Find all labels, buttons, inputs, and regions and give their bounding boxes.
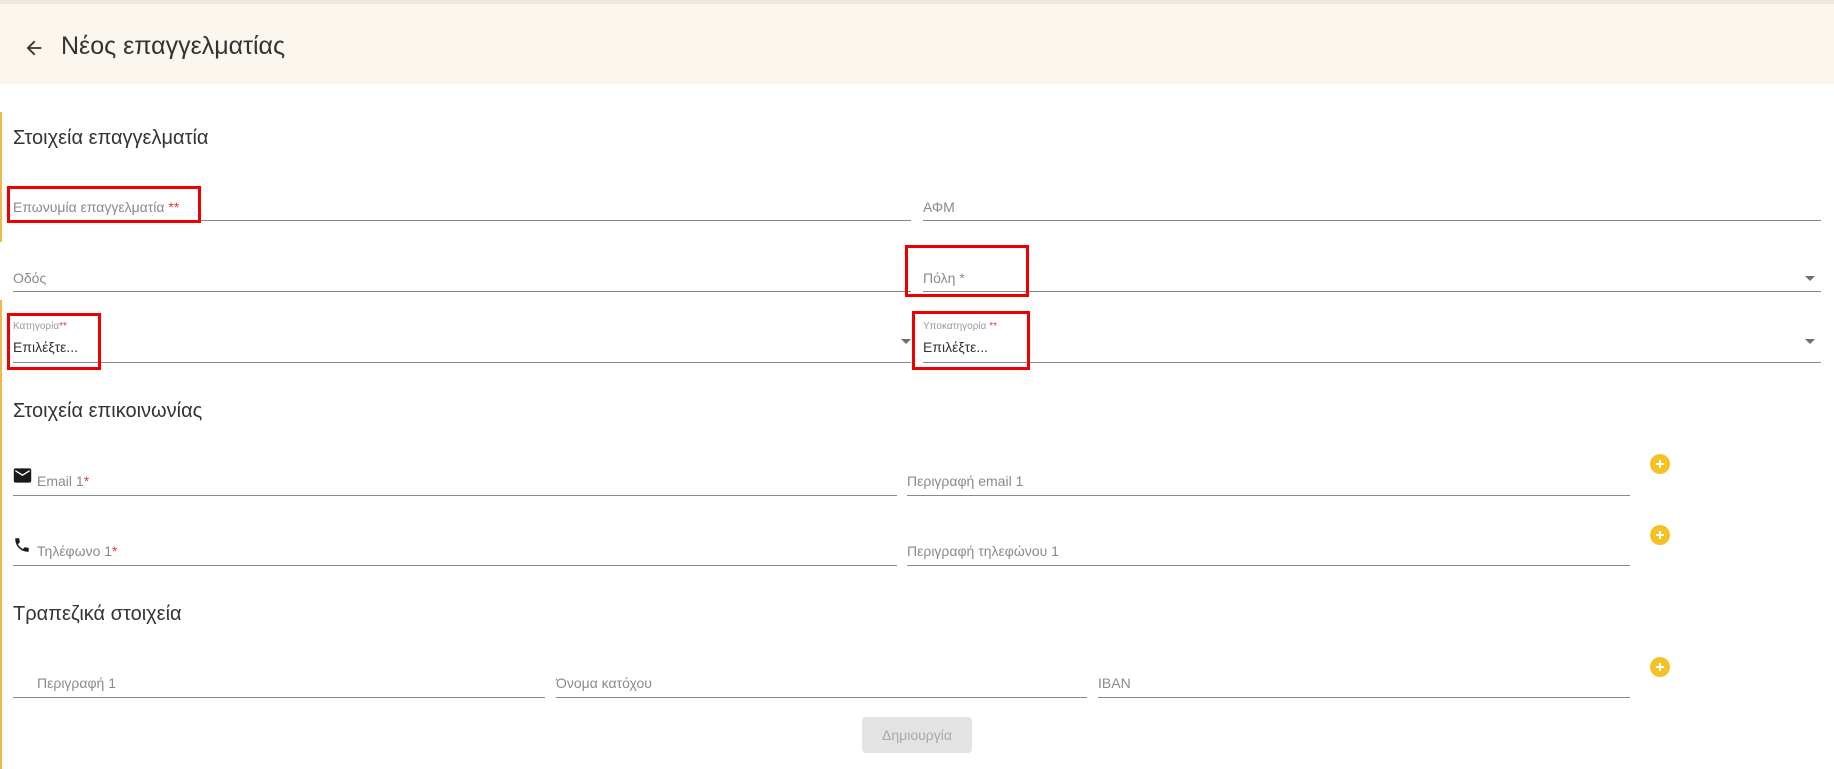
arrow-left-icon bbox=[26, 40, 42, 56]
highlight-box bbox=[7, 186, 201, 223]
add-bank-account-button[interactable] bbox=[1650, 657, 1670, 677]
add-email-button[interactable] bbox=[1650, 454, 1670, 474]
phone-description-field[interactable]: Περιγραφή τηλεφώνου 1 bbox=[907, 533, 1630, 566]
create-button[interactable]: Δημιουργία bbox=[862, 717, 972, 753]
field-underline bbox=[923, 220, 1821, 221]
back-button[interactable] bbox=[20, 34, 48, 62]
iban-field[interactable]: IBAN bbox=[1098, 665, 1630, 698]
add-phone-button[interactable] bbox=[1650, 525, 1670, 545]
category-select[interactable]: Κατηγορία** Επιλέξτε... bbox=[13, 317, 911, 363]
section-title-contact: Στοιχεία επικοινωνίας bbox=[13, 400, 203, 422]
bank-description-label: Περιγραφή 1 bbox=[37, 675, 117, 691]
left-accent-bar bbox=[0, 112, 2, 242]
holder-name-field[interactable]: Όνομα κατόχου bbox=[556, 665, 1087, 698]
field-underline bbox=[13, 362, 911, 363]
mail-icon bbox=[13, 468, 32, 483]
email-field[interactable]: Email 1* bbox=[13, 463, 897, 496]
phone-label: Τηλέφωνο 1 bbox=[37, 543, 113, 559]
phone-field[interactable]: Τηλέφωνο 1* bbox=[13, 533, 897, 566]
required-marker: * bbox=[83, 473, 90, 489]
afm-field[interactable]: ΑΦΜ bbox=[923, 190, 1821, 221]
page-title: Νέος επαγγελματίας bbox=[61, 32, 286, 60]
field-underline bbox=[556, 697, 1087, 698]
plus-icon bbox=[1656, 460, 1664, 468]
section-title-bank: Τραπεζικά στοιχεία bbox=[13, 603, 182, 625]
phone-icon bbox=[15, 538, 29, 552]
left-accent-bar bbox=[0, 300, 2, 769]
field-underline bbox=[13, 565, 897, 566]
required-marker: * bbox=[112, 543, 118, 559]
subcategory-select[interactable]: Υποκατηγορία ** Επιλέξτε... bbox=[923, 317, 1821, 363]
field-underline bbox=[13, 697, 545, 698]
city-select[interactable]: Πόλη * bbox=[923, 261, 1821, 292]
new-professional-page: Νέος επαγγελματίας Στοιχεία επαγγελματία… bbox=[0, 0, 1834, 769]
plus-icon bbox=[1656, 531, 1664, 539]
field-underline bbox=[907, 495, 1630, 496]
field-underline bbox=[1098, 697, 1630, 698]
chevron-down-icon[interactable] bbox=[1805, 339, 1815, 344]
highlight-box bbox=[905, 245, 1029, 297]
street-label: Οδός bbox=[13, 270, 47, 286]
highlight-box bbox=[7, 313, 101, 370]
email-description-label: Περιγραφή email 1 bbox=[907, 473, 1024, 489]
field-underline bbox=[923, 291, 1821, 292]
field-underline bbox=[907, 565, 1630, 566]
field-underline bbox=[13, 495, 897, 496]
holder-name-label: Όνομα κατόχου bbox=[556, 675, 652, 691]
field-underline bbox=[923, 362, 1821, 363]
section-title-professional: Στοιχεία επαγγελματία bbox=[13, 127, 209, 149]
street-field[interactable]: Οδός bbox=[13, 261, 911, 292]
chevron-down-icon[interactable] bbox=[901, 339, 911, 344]
iban-label: IBAN bbox=[1098, 675, 1131, 691]
page-header: Νέος επαγγελματίας bbox=[0, 0, 1834, 84]
email-label: Email 1 bbox=[37, 473, 84, 489]
email-description-field[interactable]: Περιγραφή email 1 bbox=[907, 463, 1630, 496]
highlight-box bbox=[912, 311, 1030, 370]
chevron-down-icon[interactable] bbox=[1805, 276, 1815, 281]
bank-description-field[interactable]: Περιγραφή 1 bbox=[13, 665, 545, 698]
plus-icon bbox=[1656, 663, 1664, 671]
afm-label: ΑΦΜ bbox=[923, 199, 955, 215]
phone-description-label: Περιγραφή τηλεφώνου 1 bbox=[907, 543, 1059, 559]
field-underline bbox=[13, 291, 911, 292]
